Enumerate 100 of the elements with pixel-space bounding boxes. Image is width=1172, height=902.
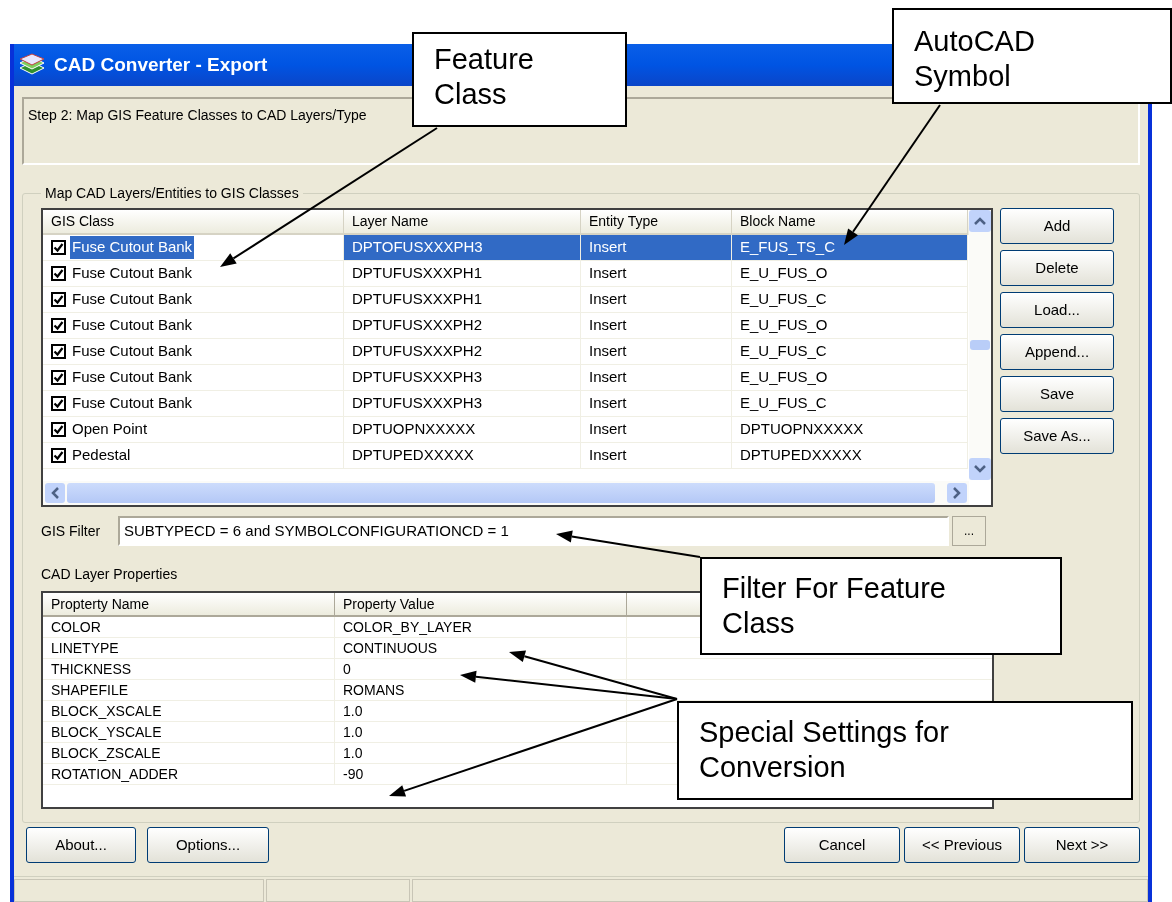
table-cell: -90 bbox=[335, 764, 627, 785]
table-cell: E_FUS_TS_C bbox=[732, 235, 968, 261]
checkbox[interactable] bbox=[51, 318, 66, 333]
callout-box: AutoCAD Symbol bbox=[892, 8, 1172, 104]
scroll-right-icon[interactable] bbox=[947, 483, 967, 503]
table-cell: Insert bbox=[581, 443, 732, 469]
gis-class-text: Fuse Cutout Bank bbox=[71, 341, 194, 362]
gis-class-text: Fuse Cutout Bank bbox=[71, 289, 194, 310]
table-cell: DPTUFUSXXXPH1 bbox=[344, 261, 581, 287]
checkbox[interactable] bbox=[51, 292, 66, 307]
horizontal-scrollbar[interactable] bbox=[43, 481, 969, 505]
check-icon bbox=[53, 242, 64, 253]
checkbox[interactable] bbox=[51, 422, 66, 437]
table-cell: DPTUOPNXXXXX bbox=[732, 417, 968, 443]
checkbox[interactable] bbox=[51, 240, 66, 255]
dialog-button[interactable]: Save bbox=[1000, 376, 1114, 412]
dialog-button[interactable]: << Previous bbox=[904, 827, 1020, 863]
table-cell: E_U_FUS_O bbox=[732, 313, 968, 339]
checkbox[interactable] bbox=[51, 344, 66, 359]
table-cell[interactable]: Fuse Cutout Bank bbox=[43, 365, 344, 391]
dialog-button[interactable]: Add bbox=[1000, 208, 1114, 244]
table-cell[interactable]: Fuse Cutout Bank bbox=[43, 313, 344, 339]
check-icon bbox=[53, 346, 64, 357]
table-cell: DPTUFUSXXXPH2 bbox=[344, 313, 581, 339]
table-cell: DPTOFUSXXXPH3 bbox=[344, 235, 581, 261]
filter-field[interactable]: SUBTYPECD = 6 and SYMBOLCONFIGURATIONCD = 1 bbox=[118, 516, 949, 546]
layers-icon bbox=[18, 53, 46, 77]
dialog-button[interactable]: Delete bbox=[1000, 250, 1114, 286]
dialog-button[interactable]: Cancel bbox=[784, 827, 900, 863]
scroll-thumb[interactable] bbox=[970, 340, 990, 350]
column-header[interactable]: Propterty Name bbox=[43, 593, 335, 617]
table-cell[interactable]: Fuse Cutout Bank bbox=[43, 235, 344, 261]
check-icon bbox=[53, 320, 64, 331]
table-cell: COLOR_BY_LAYER bbox=[335, 617, 627, 638]
table-cell: THICKNESS bbox=[43, 659, 335, 680]
table-cell: ROMANS bbox=[335, 680, 627, 701]
table-cell: E_U_FUS_C bbox=[732, 391, 968, 417]
checkbox[interactable] bbox=[51, 396, 66, 411]
group-title: Map CAD Layers/Entities to GIS Classes bbox=[44, 184, 300, 203]
table-cell: COLOR bbox=[43, 617, 335, 638]
table-cell: Insert bbox=[581, 339, 732, 365]
column-header[interactable]: Property Value bbox=[335, 593, 627, 617]
gis-class-text: Pedestal bbox=[71, 445, 132, 466]
table-cell: DPTUPEDXXXXX bbox=[344, 443, 581, 469]
table-cell: DPTUFUSXXXPH2 bbox=[344, 339, 581, 365]
browse-button[interactable]: ... bbox=[952, 516, 986, 546]
dialog-button[interactable]: About... bbox=[26, 827, 136, 863]
table-cell[interactable]: Fuse Cutout Bank bbox=[43, 391, 344, 417]
table-cell: DPTUPEDXXXXX bbox=[732, 443, 968, 469]
gis-class-text: Fuse Cutout Bank bbox=[71, 315, 194, 336]
table-cell: DPTUOPNXXXXX bbox=[344, 417, 581, 443]
scroll-left-icon[interactable] bbox=[45, 483, 65, 503]
scroll-up-icon[interactable] bbox=[969, 210, 991, 232]
table-cell: 1.0 bbox=[335, 701, 627, 722]
table-cell: Insert bbox=[581, 417, 732, 443]
checkbox[interactable] bbox=[51, 370, 66, 385]
table-cell: SHAPEFILE bbox=[43, 680, 335, 701]
table-cell: BLOCK_XSCALE bbox=[43, 701, 335, 722]
scroll-thumb[interactable] bbox=[67, 483, 935, 503]
table-cell: ROTATION_ADDER bbox=[43, 764, 335, 785]
filter-label: GIS Filter bbox=[41, 521, 102, 541]
table-cell: LINETYPE bbox=[43, 638, 335, 659]
table-cell: 1.0 bbox=[335, 743, 627, 764]
table-cell: DPTUFUSXXXPH3 bbox=[344, 365, 581, 391]
gis-class-text: Fuse Cutout Bank bbox=[71, 263, 194, 284]
check-icon bbox=[53, 424, 64, 435]
table-cell: E_U_FUS_O bbox=[732, 365, 968, 391]
dialog-button[interactable]: Append... bbox=[1000, 334, 1114, 370]
check-icon bbox=[53, 450, 64, 461]
checkbox[interactable] bbox=[51, 266, 66, 281]
table-cell: Insert bbox=[581, 261, 732, 287]
check-icon bbox=[53, 398, 64, 409]
gis-class-text: Fuse Cutout Bank bbox=[70, 236, 195, 259]
dialog-button[interactable]: Next >> bbox=[1024, 827, 1140, 863]
table-cell[interactable]: Pedestal bbox=[43, 443, 344, 469]
gis-class-text: Fuse Cutout Bank bbox=[71, 367, 194, 388]
table-cell: BLOCK_YSCALE bbox=[43, 722, 335, 743]
table-cell: Insert bbox=[581, 391, 732, 417]
callout-box: Special Settings for Conversion bbox=[677, 701, 1133, 800]
scroll-down-icon[interactable] bbox=[969, 458, 991, 480]
dialog-button[interactable]: Load... bbox=[1000, 292, 1114, 328]
vertical-scrollbar[interactable] bbox=[969, 210, 991, 480]
check-icon bbox=[53, 268, 64, 279]
callout-box: Filter For Feature Class bbox=[700, 557, 1062, 655]
dialog-button[interactable]: Save As... bbox=[1000, 418, 1114, 454]
table-cell: Insert bbox=[581, 235, 732, 261]
table-cell[interactable]: Open Point bbox=[43, 417, 344, 443]
table-cell: BLOCK_ZSCALE bbox=[43, 743, 335, 764]
check-icon bbox=[53, 294, 64, 305]
table-cell: E_U_FUS_O bbox=[732, 261, 968, 287]
table-cell: E_U_FUS_C bbox=[732, 287, 968, 313]
table-cell[interactable]: Fuse Cutout Bank bbox=[43, 287, 344, 313]
table-cell: E_U_FUS_C bbox=[732, 339, 968, 365]
check-icon bbox=[53, 372, 64, 383]
checkbox[interactable] bbox=[51, 448, 66, 463]
dialog-button[interactable]: Options... bbox=[147, 827, 269, 863]
table-cell[interactable]: Fuse Cutout Bank bbox=[43, 339, 344, 365]
table-cell: Insert bbox=[581, 365, 732, 391]
window-title: CAD Converter - Export bbox=[54, 52, 268, 77]
properties-title: CAD Layer Properties bbox=[41, 565, 179, 584]
